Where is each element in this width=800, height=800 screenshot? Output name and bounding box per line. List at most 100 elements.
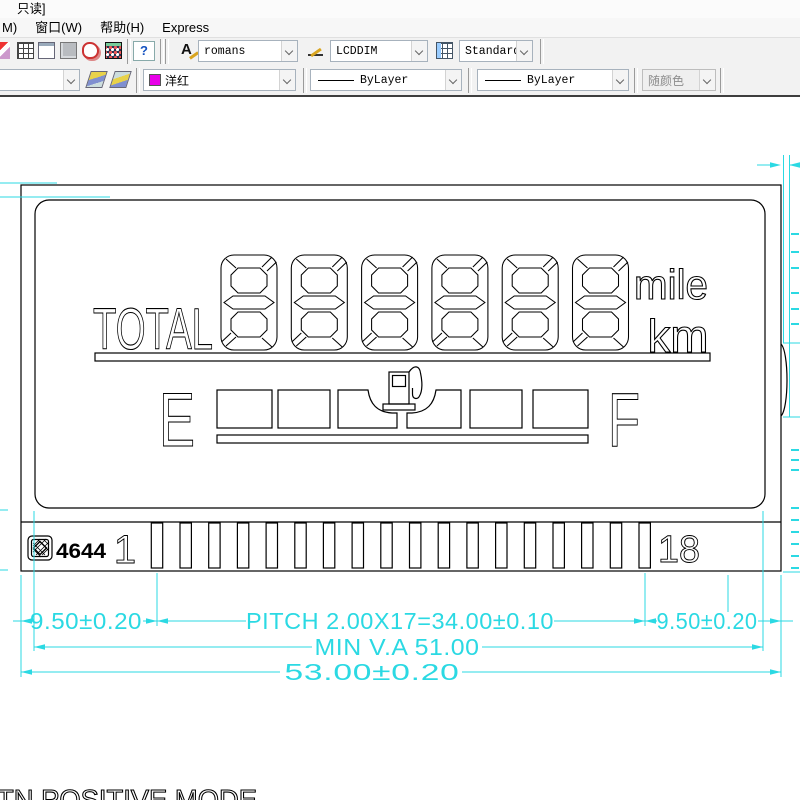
- application-window: TOTAL mile km E F 1 18: [0, 0, 800, 800]
- linetype-combo[interactable]: ByLayer: [310, 69, 462, 91]
- chevron-down-icon: [699, 70, 715, 90]
- text-style-value: romans: [204, 45, 281, 58]
- lineweight-sample: [485, 80, 521, 81]
- color-combo[interactable]: 洋红: [143, 69, 296, 91]
- toolbar-separator: [468, 68, 472, 93]
- total-label: TOTAL: [93, 297, 213, 362]
- fuel-empty-label: E: [159, 378, 195, 463]
- fuel-segment: [217, 390, 272, 428]
- connector-pin: [639, 523, 650, 568]
- connector-pin: [410, 523, 421, 568]
- menu-item-express[interactable]: Express: [153, 18, 218, 37]
- mode-note: TN POSITIVE MODE: [0, 784, 257, 800]
- fuel-segment: [470, 390, 522, 428]
- toolbar-separator: [720, 68, 724, 93]
- fuel-segment: [533, 390, 588, 428]
- table-style-value: Standard: [465, 45, 516, 58]
- app-header: 只读] M) 窗口(W) 帮助(H) Express ? A romans: [0, 0, 800, 97]
- chevron-down-icon[interactable]: [445, 70, 461, 90]
- fuel-gauge-underline: [217, 435, 588, 443]
- connector-pin: [524, 523, 535, 568]
- chevron-down-icon[interactable]: [281, 41, 297, 61]
- connector-strip: 1 18 4644: [28, 523, 700, 572]
- unit-km-label: km: [648, 310, 709, 362]
- dim-overall-width: 53.00±0.20: [285, 659, 460, 685]
- menu-item-partial[interactable]: M): [0, 18, 26, 37]
- connector-pin: [582, 523, 593, 568]
- clipped-tool-icon[interactable]: [0, 42, 10, 59]
- menu-item-window[interactable]: 窗口(W): [26, 18, 91, 37]
- connector-pin: [209, 523, 220, 568]
- plot-style-combo: 随颜色: [642, 69, 716, 91]
- fuel-segment-notched: [338, 390, 397, 428]
- toolbar-separator: [165, 39, 169, 64]
- help-icon[interactable]: ?: [133, 41, 155, 61]
- layer-previous-icon[interactable]: [109, 71, 132, 88]
- linetype-value: ByLayer: [360, 74, 445, 87]
- lcd-glass-outline: [21, 185, 787, 571]
- dim-left-margin: 9.50±0.20: [30, 608, 142, 634]
- title-bar: 只读]: [0, 0, 800, 18]
- toolbar-separator: [127, 39, 131, 64]
- connector-pin: [237, 523, 248, 568]
- render-tool-icon[interactable]: [60, 42, 77, 59]
- chevron-down-icon[interactable]: [63, 70, 79, 90]
- last-pin-number: 18: [658, 529, 700, 571]
- calculator-icon[interactable]: [105, 42, 122, 59]
- color-value: 洋红: [165, 72, 279, 89]
- odometer-row: TOTAL mile km: [93, 255, 710, 362]
- toolbar-separator: [634, 68, 638, 93]
- connector-pin: [467, 523, 478, 568]
- connector-pin: [323, 523, 334, 568]
- fill-port-bump: [781, 344, 787, 416]
- fuel-segment: [278, 390, 330, 428]
- lineweight-value: ByLayer: [527, 74, 612, 87]
- layer-combo[interactable]: [0, 69, 80, 91]
- publish-tool-icon[interactable]: [38, 42, 55, 59]
- window-title: 只读]: [17, 2, 45, 16]
- dimension-style-icon[interactable]: [307, 42, 324, 59]
- color-swatch: [149, 74, 161, 86]
- connector-pin: [381, 523, 392, 568]
- text-style-combo[interactable]: romans: [198, 40, 298, 62]
- connector-pin: [553, 523, 564, 568]
- drawing-area-border: [0, 95, 800, 97]
- connector-pins: [151, 523, 650, 568]
- connector-pin: [610, 523, 621, 568]
- layer-properties-icon[interactable]: [85, 71, 108, 88]
- menu-bar: M) 窗口(W) 帮助(H) Express: [0, 18, 800, 38]
- revision-cloud-icon[interactable]: [82, 42, 99, 59]
- connector-pin: [496, 523, 507, 568]
- connector-pin: [352, 523, 363, 568]
- brand-logo: [28, 536, 52, 560]
- linetype-sample: [318, 80, 354, 81]
- dimension-style-value: LCDDIM: [336, 45, 411, 58]
- connector-pin: [438, 523, 449, 568]
- connector-pin: [295, 523, 306, 568]
- logo-text: 4644: [56, 540, 106, 563]
- connector-pin: [151, 523, 162, 568]
- drawing-canvas[interactable]: TOTAL mile km E F 1 18: [0, 0, 800, 800]
- table-style-combo[interactable]: Standard: [459, 40, 533, 62]
- dimension-style-combo[interactable]: LCDDIM: [330, 40, 428, 62]
- fuel-pump-icon: [383, 367, 422, 410]
- toolbar-separator: [136, 68, 140, 93]
- chevron-down-icon[interactable]: [411, 41, 427, 61]
- dimension-linework: [0, 155, 800, 677]
- toolbar-row-2: 洋红 ByLayer ByLayer 随颜色: [0, 67, 800, 95]
- fuel-full-label: F: [608, 378, 640, 463]
- lineweight-combo[interactable]: ByLayer: [477, 69, 629, 91]
- text-style-icon[interactable]: A: [181, 42, 198, 59]
- first-pin-number: 1: [114, 528, 136, 572]
- chevron-down-icon[interactable]: [612, 70, 628, 90]
- table-style-icon[interactable]: [436, 42, 453, 59]
- dim-min-viewing-area: MIN V.A 51.00: [315, 634, 480, 660]
- toolbar-separator: [160, 39, 164, 64]
- menu-item-help[interactable]: 帮助(H): [91, 18, 153, 37]
- connector-pin: [180, 523, 191, 568]
- chevron-down-icon[interactable]: [516, 41, 532, 61]
- toolbar-separator: [540, 39, 544, 64]
- dim-pitch: PITCH 2.00X17=34.00±0.10: [246, 608, 554, 634]
- chevron-down-icon[interactable]: [279, 70, 295, 90]
- grid-tool-icon[interactable]: [17, 42, 34, 59]
